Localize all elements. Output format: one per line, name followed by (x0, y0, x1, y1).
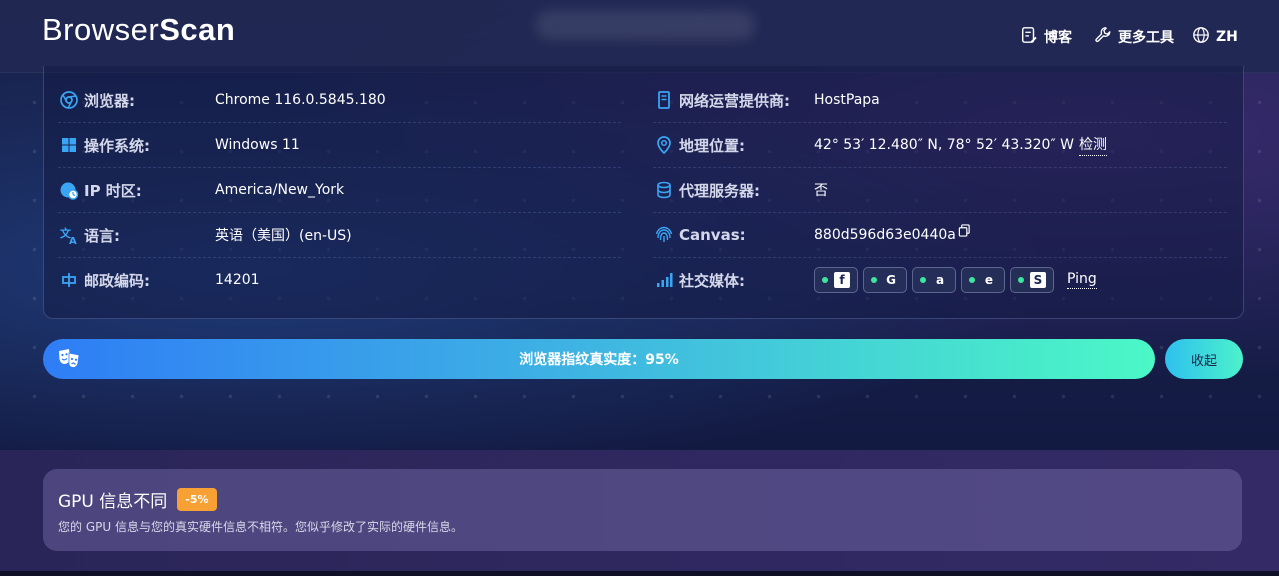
bottom-edge (0, 571, 1279, 576)
timezone-value: America/New_York (215, 182, 345, 198)
globe-clock-icon (58, 179, 80, 201)
os-value: Windows 11 (215, 137, 300, 153)
nav-blog-label: 博客 (1044, 30, 1072, 46)
row-canvas: Canvas: 880d596d63e0440a (653, 213, 1227, 258)
social-chip-facebook[interactable]: f (814, 267, 858, 293)
logo[interactable]: BrowserScan (42, 12, 235, 48)
globe-icon (1192, 26, 1210, 48)
shopify-icon: S (1030, 272, 1046, 288)
social-chip-shopify[interactable]: S (1010, 267, 1054, 293)
nav-language-label: ZH (1216, 29, 1238, 45)
canvas-value: 880d596d63e0440a (814, 227, 956, 243)
document-edit-icon (1020, 26, 1038, 48)
social-chip-google[interactable]: G (863, 267, 907, 293)
nav-more-tools-label: 更多工具 (1118, 30, 1174, 46)
timezone-label: IP 时区: (84, 181, 142, 200)
detect-link[interactable]: 检测 (1078, 134, 1107, 156)
edge-icon: e (984, 273, 994, 287)
svg-text:A: A (69, 236, 77, 245)
proxy-value: 否 (814, 183, 828, 199)
status-dot (822, 277, 828, 283)
row-os: 操作系统: Windows 11 (58, 123, 621, 168)
fingerprint-score-bar: 浏览器指纹真实度：95% (43, 339, 1155, 379)
wrench-icon (1094, 26, 1112, 48)
geolocation-value: 42° 53′ 12.480″ N, 78° 52′ 43.320″ W (814, 137, 1074, 153)
language-label: 语言: (84, 226, 120, 245)
blurred-region (535, 10, 755, 40)
isp-label: 网络运营提供商: (679, 91, 790, 110)
nav-blog[interactable]: 博客 (1020, 26, 1072, 48)
logo-text-1: Browser (42, 12, 160, 47)
postal-label: 邮政编码: (84, 271, 150, 290)
location-pin-icon (653, 134, 675, 156)
translate-icon: 文A (58, 224, 80, 246)
canvas-label: Canvas: (679, 226, 746, 244)
row-browser: 浏览器: Chrome 116.0.5845.180 (58, 78, 621, 123)
logo-text-2: Scan (159, 12, 236, 47)
penalty-badge: -5% (177, 488, 217, 511)
postal-icon (58, 269, 80, 291)
gpu-alert-card: GPU 信息不同 -5% 您的 GPU 信息与您的真实硬件信息不相符。您似乎修改… (43, 469, 1242, 551)
theater-mask-icon (57, 348, 81, 370)
collapse-button[interactable]: 收起 (1165, 339, 1243, 379)
fingerprint-icon (653, 224, 675, 246)
copy-icon[interactable] (958, 222, 971, 241)
social-chip-amazon[interactable]: a (912, 267, 956, 293)
row-timezone: IP 时区: America/New_York (58, 168, 621, 213)
chrome-icon (58, 89, 80, 111)
fingerprint-score-label: 浏览器指纹真实度：95% (519, 352, 679, 368)
row-isp: 网络运营提供商: HostPapa (653, 78, 1227, 123)
row-social: 社交媒体: f G a e S Ping (653, 258, 1227, 302)
social-chip-edge[interactable]: e (961, 267, 1005, 293)
google-icon: G (886, 273, 896, 287)
geolocation-label: 地理位置: (679, 136, 745, 155)
server-icon (653, 89, 675, 111)
nav-more-tools[interactable]: 更多工具 (1094, 26, 1174, 48)
database-icon (653, 179, 675, 201)
isp-value: HostPapa (814, 92, 880, 108)
os-label: 操作系统: (84, 136, 150, 155)
row-proxy: 代理服务器: 否 (653, 168, 1227, 213)
signal-bars-icon (653, 269, 675, 291)
postal-value: 14201 (215, 272, 260, 288)
browser-label: 浏览器: (84, 91, 135, 110)
top-header: BrowserScan 博客 更多工具 ZH (0, 0, 1279, 73)
row-postal: 邮政编码: 14201 (58, 258, 621, 302)
row-geolocation: 地理位置: 42° 53′ 12.480″ N, 78° 52′ 43.320″… (653, 123, 1227, 168)
ping-link[interactable]: Ping (1067, 271, 1097, 289)
facebook-icon: f (834, 272, 850, 288)
social-label: 社交媒体: (679, 271, 745, 290)
windows-icon (58, 134, 80, 156)
gpu-alert-description: 您的 GPU 信息与您的真实硬件信息不相符。您似乎修改了实际的硬件信息。 (58, 520, 463, 534)
row-language: 文A 语言: 英语（美国）(en-US) (58, 213, 621, 258)
amazon-icon: a (935, 273, 945, 287)
proxy-label: 代理服务器: (679, 181, 760, 200)
language-value: 英语（美国）(en-US) (215, 228, 352, 244)
status-dot (969, 277, 975, 283)
status-dot (1018, 277, 1024, 283)
gpu-alert-title-row: GPU 信息不同 -5% (58, 487, 217, 512)
social-media-list: f G a e S Ping (814, 267, 1097, 293)
status-dot (871, 277, 877, 283)
nav-language[interactable]: ZH (1192, 26, 1238, 48)
gpu-alert-title: GPU 信息不同 (58, 492, 168, 512)
status-dot (920, 277, 926, 283)
browser-value: Chrome 116.0.5845.180 (215, 92, 386, 108)
